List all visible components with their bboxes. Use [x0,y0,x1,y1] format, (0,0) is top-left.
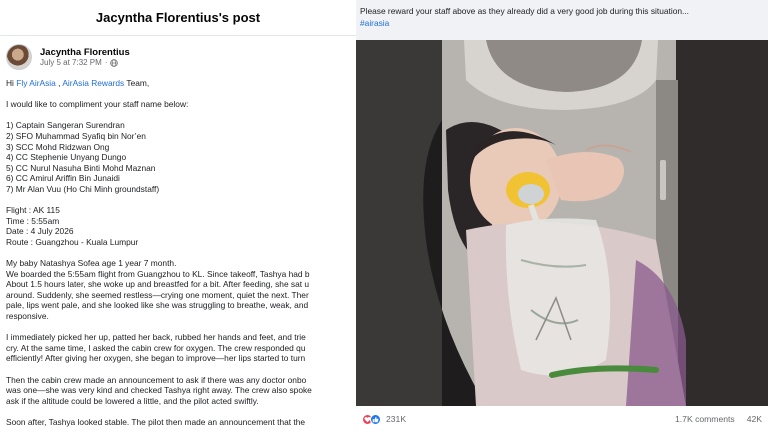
greeting-suffix: Team, [124,78,150,88]
story-line: I immediately picked her up, patted her … [6,332,306,343]
timestamp-text[interactable]: July 5 at 7:32 PM [40,58,102,68]
like-reaction-icon [370,413,381,425]
reactions-bar: 231K 1.7K comments 42K [356,406,768,432]
story-line: responsive. [6,311,49,322]
globe-icon [110,58,119,67]
story-line: My baby Natashya Sofea age 1 year 7 mont… [6,258,177,269]
staff-line: 3) SCC Mohd Ridzwan Ong [6,141,110,152]
reaction-icons[interactable] [362,413,381,425]
story-line: efficiently! After giving her oxygen, sh… [6,353,306,364]
staff-line: 2) SFO Muhammad Syafiq bin Nor’en [6,130,146,141]
author-meta: Jacyntha Florentius July 5 at 7:32 PM · [40,47,130,68]
post-timestamp: July 5 at 7:32 PM · [40,58,130,68]
post-photo[interactable] [356,40,768,406]
flight-info-line: Route : Guangzhou - Kuala Lumpur [6,236,139,247]
story-line: cry. At the same time, I asked the cabin… [6,342,306,353]
story-line: About 1.5 hours later, she woke up and b… [6,279,310,290]
post-header: Jacyntha Florentius's post [0,0,356,36]
flight-info-line: Time : 5:55am [6,215,60,226]
post-media-panel: Please reward your staff above as they a… [356,0,768,432]
airasia-hashtag[interactable]: #airasia [360,17,762,29]
staff-line: 6) CC Amirul Ariffin Bin Junaidi [6,173,120,184]
greeting-line: Hi Fly AirAsia , AirAsia Rewards Team, [6,78,350,89]
flight-info-line: Date : 4 July 2026 [6,226,74,237]
post-header-title: Jacyntha Florentius's post [95,10,261,25]
baby-oxygen-photo [356,40,768,406]
story-line: We boarded the 5:55am flight from Guangz… [6,268,310,279]
airasia-rewards-link[interactable]: AirAsia Rewards [62,78,124,88]
timestamp-separator: · [104,57,108,67]
story-line: was one—she was very kind and checked Ta… [6,385,312,396]
staff-line: 4) CC Stephenie Unyang Dungo [6,152,127,163]
shares-count[interactable]: 42K [747,414,762,424]
greeting-prefix: Hi [6,78,17,88]
avatar[interactable] [6,44,32,70]
post-text-panel: Jacyntha Florentius's post Jacyntha Flor… [0,0,356,432]
comments-count[interactable]: 1.7K comments [675,414,735,424]
story-line: ask if the altitude could be lowered a l… [6,395,259,406]
post-caption: Please reward your staff above as they a… [356,0,768,29]
story-line: pale, lips went pale, and she looked lik… [6,300,309,311]
author-name[interactable]: Jacyntha Florentius [40,47,130,58]
staff-line: 5) CC Nurul Nasuha Binti Mohd Maznan [6,162,156,173]
reaction-count[interactable]: 231K [386,414,406,424]
story-line: Then the cabin crew made an announcement… [6,374,307,385]
caption-text: Please reward your staff above as they a… [360,6,689,16]
story-line: around. Suddenly, she seemed restless—cr… [6,289,309,300]
intro-line: I would like to compliment your staff na… [6,99,189,110]
staff-line: 7) Mr Alan Vuu (Ho Chi Minh groundstaff) [6,183,160,194]
flight-info-line: Flight : AK 115 [6,205,60,216]
post-body: Hi Fly AirAsia , AirAsia Rewards Team, I… [0,70,356,428]
story-line: Soon after, Tashya looked stable. The pi… [6,417,306,427]
fly-airasia-link[interactable]: Fly AirAsia [16,78,56,88]
author-row: Jacyntha Florentius July 5 at 7:32 PM · [0,36,356,70]
staff-line: 1) Captain Sangeran Surendran [6,120,125,131]
